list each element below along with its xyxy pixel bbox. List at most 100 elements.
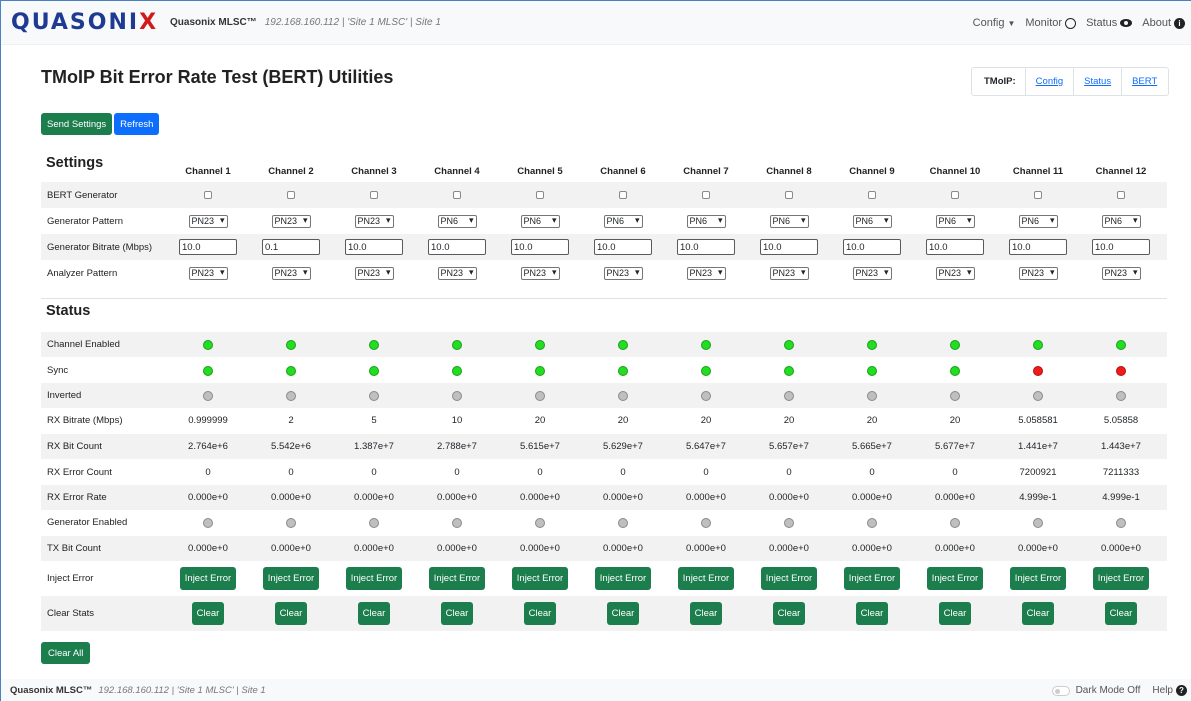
clear-stats-button[interactable]: Clear [191, 602, 225, 625]
clear-stats-button[interactable]: Clear [523, 602, 557, 625]
table-cell [831, 182, 914, 208]
inject-error-button[interactable]: Inject Error [511, 567, 569, 590]
inject-error-button[interactable]: Inject Error [345, 567, 403, 590]
clear-stats-button[interactable]: Clear [938, 602, 972, 625]
pattern-select[interactable]: PN6 [935, 214, 975, 228]
clear-stats-button[interactable]: Clear [689, 602, 723, 625]
bitrate-input[interactable]: 10.0 [345, 239, 403, 255]
nav-about[interactable]: About i [1142, 17, 1185, 29]
table-cell: 0.000e+0 [914, 536, 997, 561]
clear-stats-button[interactable]: Clear [772, 602, 806, 625]
pattern-select[interactable]: PN6 [1018, 214, 1058, 228]
bert-generator-checkbox[interactable] [453, 191, 461, 199]
bert-generator-checkbox[interactable] [1034, 191, 1042, 199]
bert-generator-checkbox[interactable] [619, 191, 627, 199]
bitrate-input[interactable]: 0.1 [262, 239, 320, 255]
pattern-select[interactable]: PN23 [769, 266, 809, 280]
pattern-select[interactable]: PN23 [354, 266, 394, 280]
nav-monitor[interactable]: Monitor [1025, 17, 1077, 29]
pattern-select[interactable]: PN6 [769, 214, 809, 228]
pattern-select[interactable]: PN6 [686, 214, 726, 228]
inject-error-button[interactable]: Inject Error [760, 567, 818, 590]
bitrate-input[interactable]: 10.0 [926, 239, 984, 255]
bitrate-input[interactable]: 10.0 [1092, 239, 1150, 255]
pattern-select[interactable]: PN6 [520, 214, 560, 228]
pattern-select[interactable]: PN23 [1018, 266, 1058, 280]
table-cell: Inject Error [914, 561, 997, 596]
bert-generator-checkbox[interactable] [1117, 191, 1125, 199]
toggle-switch-icon[interactable] [1051, 685, 1070, 696]
bert-generator-checkbox[interactable] [287, 191, 295, 199]
bitrate-input[interactable]: 10.0 [428, 239, 486, 255]
cell-value: 20 [949, 415, 961, 426]
pattern-select[interactable]: PN23 [520, 266, 560, 280]
pattern-select[interactable]: PN23 [1101, 266, 1141, 280]
table-cell: PN23 [997, 260, 1080, 286]
bert-generator-checkbox[interactable] [951, 191, 959, 199]
pattern-select[interactable]: PN6 [437, 214, 477, 228]
bitrate-input[interactable]: 10.0 [677, 239, 735, 255]
pattern-select[interactable]: PN23 [188, 214, 228, 228]
pattern-select[interactable]: PN23 [935, 266, 975, 280]
footer: Quasonix MLSC™ 192.168.160.112 | 'Site 1… [1, 679, 1191, 701]
bitrate-input[interactable]: 10.0 [1009, 239, 1067, 255]
pattern-select[interactable]: PN23 [852, 266, 892, 280]
table-cell: 4.999e-1 [997, 485, 1080, 510]
refresh-button[interactable]: Refresh [114, 113, 160, 135]
inject-error-button[interactable]: Inject Error [1009, 567, 1067, 590]
inject-error-button[interactable]: Inject Error [926, 567, 984, 590]
clear-stats-button[interactable]: Clear [357, 602, 391, 625]
bert-generator-checkbox[interactable] [702, 191, 710, 199]
dark-mode-label: Dark Mode Off [1075, 685, 1141, 696]
nav-status[interactable]: Status [1086, 17, 1133, 29]
clear-stats-button[interactable]: Clear [274, 602, 308, 625]
pattern-select[interactable]: PN23 [354, 214, 394, 228]
row-label: Generator Bitrate (Mbps) [47, 241, 153, 253]
bert-generator-checkbox[interactable] [785, 191, 793, 199]
pattern-select[interactable]: PN6 [852, 214, 892, 228]
status-indicator-gray-icon [618, 390, 628, 401]
inject-error-button[interactable]: Inject Error [428, 567, 486, 590]
status-indicator-green-icon [369, 339, 379, 350]
inject-error-button[interactable]: Inject Error [843, 567, 901, 590]
help-link[interactable]: Help ? [1152, 685, 1187, 696]
bitrate-input[interactable]: 10.0 [594, 239, 652, 255]
dark-mode-toggle[interactable]: Dark Mode Off [1051, 685, 1141, 696]
clear-all-button[interactable]: Clear All [41, 642, 91, 664]
bitrate-input[interactable]: 10.0 [843, 239, 901, 255]
bitrate-input[interactable]: 10.0 [760, 239, 818, 255]
clear-stats-button[interactable]: Clear [440, 602, 474, 625]
pattern-select[interactable]: PN23 [603, 266, 643, 280]
bert-generator-checkbox[interactable] [370, 191, 378, 199]
page-title: TMoIP Bit Error Rate Test (BERT) Utiliti… [41, 67, 394, 87]
inject-error-button[interactable]: Inject Error [594, 567, 652, 590]
inject-error-button[interactable]: Inject Error [677, 567, 735, 590]
quasonix-logo[interactable]: QUASONIX [11, 10, 158, 35]
inject-error-button[interactable]: Inject Error [262, 567, 320, 590]
tmoip-link-status[interactable]: Status [1074, 68, 1123, 95]
brand-subtitle: 192.168.160.112 | 'Site 1 MLSC' | Site 1 [264, 17, 441, 28]
clear-stats-button[interactable]: Clear [855, 602, 889, 625]
bert-generator-checkbox[interactable] [204, 191, 212, 199]
send-settings-button[interactable]: Send Settings [41, 113, 113, 135]
clear-stats-button[interactable]: Clear [1021, 602, 1055, 625]
pattern-select[interactable]: PN23 [271, 266, 311, 280]
cell-value: 0.000e+0 [271, 543, 311, 554]
pattern-select[interactable]: PN23 [271, 214, 311, 228]
pattern-select[interactable]: PN23 [437, 266, 477, 280]
clear-stats-button[interactable]: Clear [606, 602, 640, 625]
pattern-select[interactable]: PN23 [686, 266, 726, 280]
pattern-select[interactable]: PN6 [603, 214, 643, 228]
bert-generator-checkbox[interactable] [536, 191, 544, 199]
nav-config[interactable]: Config ▼ [973, 17, 1016, 29]
bert-generator-checkbox[interactable] [868, 191, 876, 199]
inject-error-button[interactable]: Inject Error [179, 567, 237, 590]
tmoip-link-config[interactable]: Config [1026, 68, 1075, 95]
bitrate-input[interactable]: 10.0 [511, 239, 569, 255]
inject-error-button[interactable]: Inject Error [1092, 567, 1150, 590]
bitrate-input[interactable]: 10.0 [179, 239, 237, 255]
pattern-select[interactable]: PN23 [188, 266, 228, 280]
clear-stats-button[interactable]: Clear [1104, 602, 1138, 625]
tmoip-link-bert[interactable]: BERT [1122, 68, 1167, 95]
pattern-select[interactable]: PN6 [1101, 214, 1141, 228]
